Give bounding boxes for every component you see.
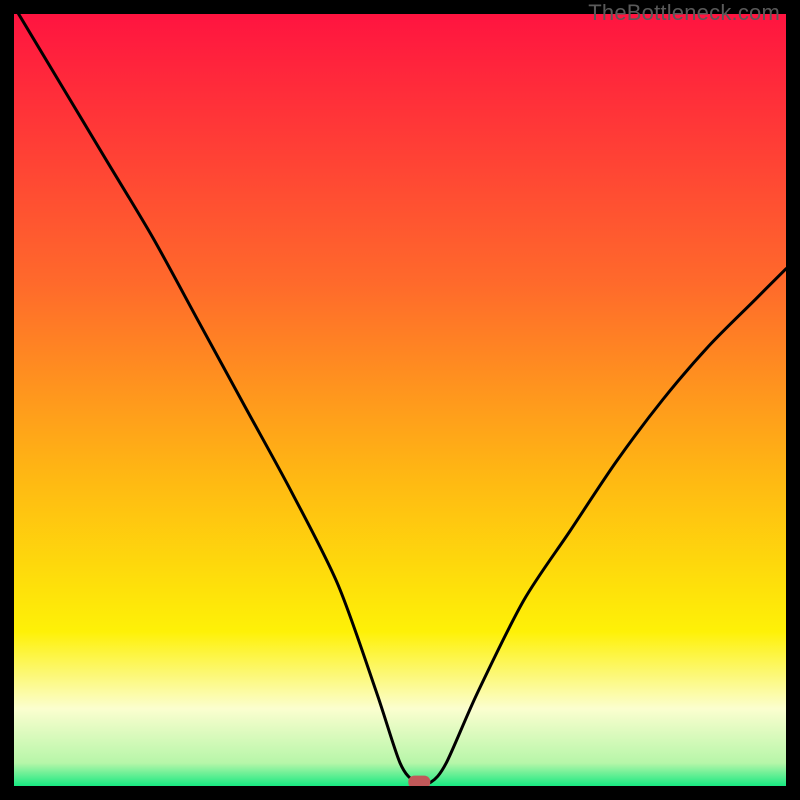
watermark-text: TheBottleneck.com — [588, 0, 780, 26]
chart-frame: TheBottleneck.com — [0, 0, 800, 800]
bottleneck-chart — [14, 14, 786, 786]
gradient-background — [14, 14, 786, 786]
plot-area — [14, 14, 786, 786]
optimal-point-marker — [408, 776, 430, 786]
